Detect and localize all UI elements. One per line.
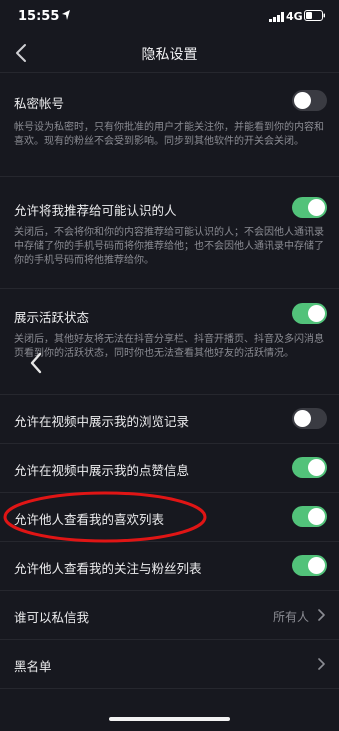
toggle-knob	[308, 199, 325, 216]
toggle-knob	[294, 92, 311, 109]
recommend-toggle[interactable]	[292, 197, 327, 218]
browse-history-toggle[interactable]	[292, 408, 327, 429]
toggle-knob	[308, 459, 325, 476]
likes-list-toggle[interactable]	[292, 506, 327, 527]
nav-bar: 隐私设置	[0, 34, 339, 72]
status-bar: 15:55 4G	[0, 0, 339, 34]
chevron-right-icon	[318, 658, 325, 670]
setting-private-account: 私密帐号 帐号设为私密时，只有你批准的用户才能关注你，并能看到你的内容和喜欢。现…	[0, 73, 339, 175]
home-indicator	[109, 717, 230, 721]
setting-recommend: 允许将我推荐给可能认识的人 关闭后，不会将你和你的内容推荐给可能认识的人；不会因…	[0, 177, 339, 287]
setting-label: 谁可以私信我	[14, 610, 90, 625]
toggle-knob	[294, 410, 311, 427]
follow-list-toggle[interactable]	[292, 555, 327, 576]
page-title: 隐私设置	[141, 47, 198, 63]
setting-label: 允许他人查看我的关注与粉丝列表	[14, 561, 202, 576]
status-time: 15:55	[18, 9, 60, 24]
setting-activity-status: 展示活跃状态 关闭后，其他好友将无法在抖音分享栏、抖音开播页、抖音及多闪消息页看…	[0, 289, 339, 394]
setting-label: 允许将我推荐给可能认识的人	[14, 203, 177, 218]
setting-description: 关闭后，其他好友将无法在抖音分享栏、抖音开播页、抖音及多闪消息页看到你的活跃状态…	[14, 334, 324, 359]
privacy-settings-screen: 15:55 4G 隐私设置 私密帐号 帐号设为私密时，只有你批准的用户才能关注你…	[0, 0, 339, 731]
network-type: 4G	[286, 10, 303, 23]
activity-status-toggle[interactable]	[292, 303, 327, 324]
like-info-toggle[interactable]	[292, 457, 327, 478]
battery-icon	[304, 10, 325, 21]
setting-blacklist[interactable]: 黑名单	[0, 640, 339, 688]
private-account-toggle[interactable]	[292, 90, 327, 111]
toggle-knob	[308, 557, 325, 574]
location-arrow-icon	[62, 10, 70, 20]
signal-icon	[269, 12, 284, 22]
setting-direct-message[interactable]: 谁可以私信我 所有人	[0, 591, 339, 639]
setting-label: 允许在视频中展示我的点赞信息	[14, 463, 190, 478]
setting-label: 允许在视频中展示我的浏览记录	[14, 414, 190, 429]
toggle-knob	[308, 508, 325, 525]
direct-message-value: 所有人	[272, 610, 309, 624]
swipe-arrow-icon	[30, 352, 42, 374]
setting-description: 关闭后，不会将你和你的内容推荐给可能认识的人；不会因他人通讯录中存储了你的手机号…	[14, 227, 324, 266]
setting-follow-list: 允许他人查看我的关注与粉丝列表	[0, 542, 339, 590]
divider	[0, 688, 339, 689]
setting-description: 帐号设为私密时，只有你批准的用户才能关注你，并能看到你的内容和喜欢。现有的粉丝不…	[14, 122, 324, 147]
setting-browse-history: 允许在视频中展示我的浏览记录	[0, 395, 339, 443]
setting-label: 黑名单	[14, 659, 52, 674]
toggle-knob	[308, 305, 325, 322]
setting-label: 私密帐号	[14, 96, 65, 111]
setting-like-info: 允许在视频中展示我的点赞信息	[0, 444, 339, 492]
setting-likes-list: 允许他人查看我的喜欢列表	[0, 493, 339, 541]
chevron-right-icon	[318, 609, 325, 621]
setting-label: 允许他人查看我的喜欢列表	[14, 512, 165, 527]
setting-label: 展示活跃状态	[14, 310, 90, 325]
